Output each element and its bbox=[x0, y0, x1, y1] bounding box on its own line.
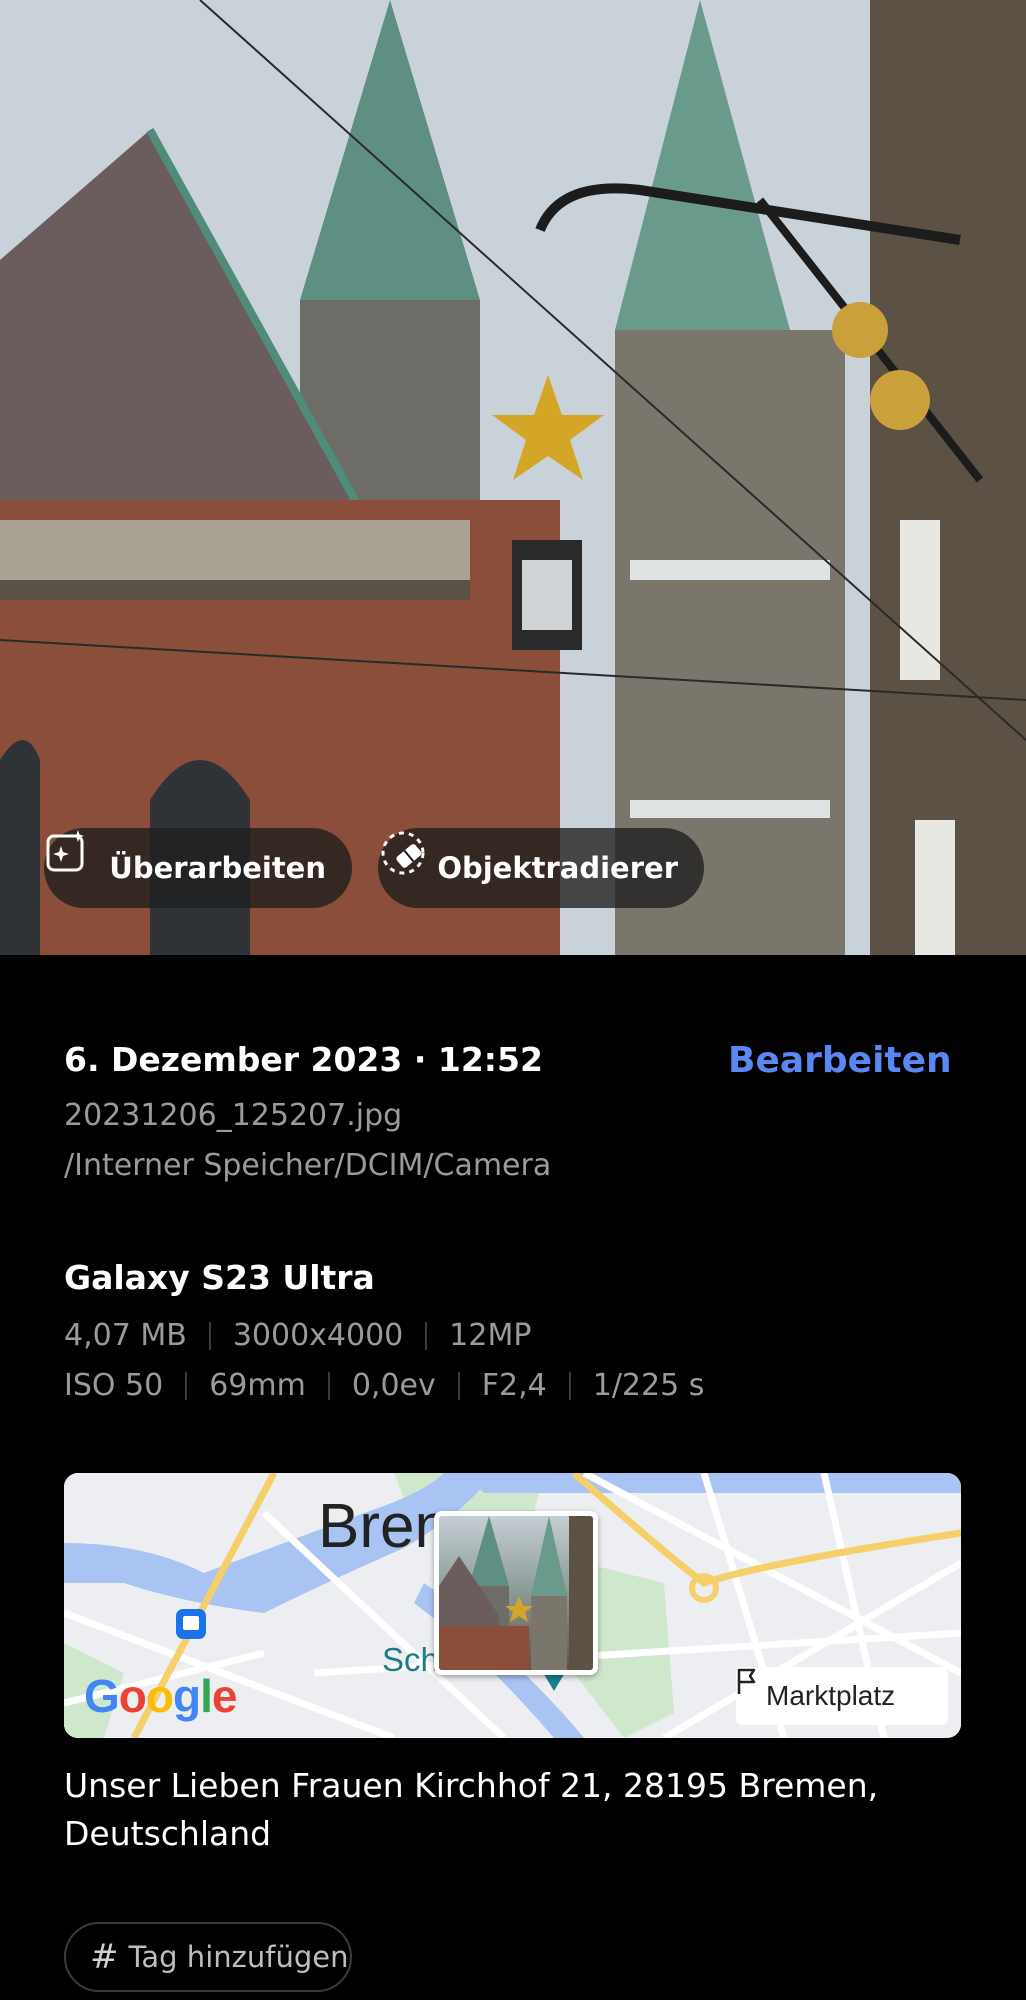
divider bbox=[208, 1321, 211, 1350]
device-name: Galaxy S23 Ultra bbox=[64, 1258, 375, 1297]
edit-details-button[interactable]: Bearbeiten bbox=[728, 1040, 952, 1081]
iso-value: ISO 50 bbox=[64, 1368, 164, 1403]
divider bbox=[327, 1371, 330, 1400]
exposure-specs-row: ISO 50 69mm 0,0ev F2,4 1/225 s bbox=[64, 1368, 704, 1403]
file-specs-row: 4,07 MB 3000x4000 12MP bbox=[64, 1318, 531, 1353]
eraser-icon bbox=[381, 831, 425, 892]
divider bbox=[568, 1371, 571, 1400]
hashtag-icon: # bbox=[90, 1937, 119, 1977]
place-chip-label: Marktplatz bbox=[766, 1680, 896, 1711]
megapixels: 12MP bbox=[449, 1318, 532, 1353]
file-size: 4,07 MB bbox=[64, 1318, 187, 1353]
add-tag-label: Tag hinzufügen bbox=[128, 1940, 349, 1974]
enhance-button[interactable]: Überarbeiten bbox=[44, 828, 352, 908]
location-map[interactable]: Brem Schno Google Marktplatz bbox=[64, 1473, 961, 1738]
add-tag-button[interactable]: # Tag hinzufügen bbox=[64, 1922, 352, 1992]
shutter-speed: 1/225 s bbox=[592, 1368, 705, 1403]
place-chip[interactable]: Marktplatz bbox=[736, 1667, 948, 1725]
aperture: F2,4 bbox=[481, 1368, 547, 1403]
divider bbox=[185, 1371, 188, 1400]
google-logo: Google bbox=[84, 1670, 237, 1722]
object-eraser-button[interactable]: Objektradierer bbox=[378, 828, 704, 908]
eraser-label: Objektradierer bbox=[437, 851, 678, 885]
exposure-compensation: 0,0ev bbox=[351, 1368, 436, 1403]
photo-preview[interactable]: Überarbeiten Objektradierer bbox=[0, 0, 1026, 955]
enhance-label: Überarbeiten bbox=[109, 851, 326, 885]
capture-datetime: 6. Dezember 2023 · 12:52 bbox=[64, 1040, 543, 1079]
divider bbox=[425, 1321, 428, 1350]
focal-length: 69mm bbox=[209, 1368, 306, 1403]
photo-illustration bbox=[0, 0, 1026, 955]
location-address: Unser Lieben Frauen Kirchhof 21, 28195 B… bbox=[64, 1766, 879, 1853]
photo-thumbnail-marker bbox=[434, 1511, 598, 1675]
resolution: 3000x4000 bbox=[232, 1318, 404, 1353]
file-path: /Interner Speicher/DCIM/Camera bbox=[64, 1148, 552, 1183]
sparkle-edit-icon bbox=[46, 830, 89, 892]
divider bbox=[457, 1371, 460, 1400]
file-name: 20231206_125207.jpg bbox=[64, 1098, 403, 1133]
